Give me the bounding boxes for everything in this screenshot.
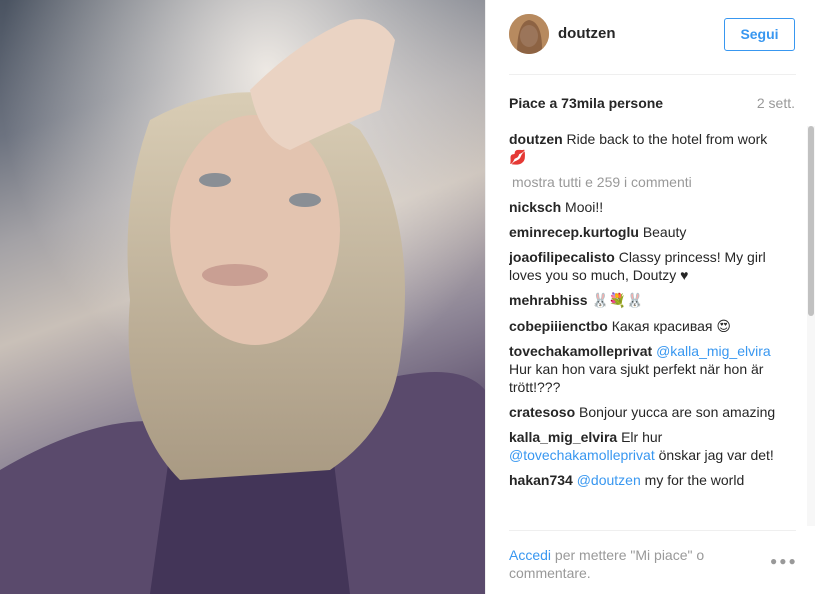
caption: doutzen Ride back to the hotel from work… [509, 130, 784, 166]
comment-item: nicksch Mooi!! [509, 198, 784, 216]
comment-text: 🐰💐🐰 [591, 293, 644, 309]
selfie-image [0, 0, 485, 594]
comment-item: tovechakamolleprivat @kalla_mig_elvira H… [509, 342, 784, 396]
post-photo[interactable] [0, 0, 485, 594]
comment-item: mehrabhiss 🐰💐🐰 [509, 291, 784, 310]
post-header: doutzen Segui [486, 0, 823, 74]
post-time[interactable]: 2 sett. [757, 95, 795, 111]
comment-item: eminrecep.kurtoglu Beauty [509, 223, 784, 241]
comment-text: Bonjour yucca are son amazing [579, 404, 776, 420]
comment-username[interactable]: eminrecep.kurtoglu [509, 224, 639, 240]
username[interactable]: doutzen [558, 25, 616, 42]
comment-item: cratesoso Bonjour yucca are son amazing [509, 403, 784, 421]
comment-text: Mooi!! [565, 199, 604, 215]
comment-text: my for the world [640, 472, 745, 488]
comment-username[interactable]: tovechakamolleprivat [509, 343, 652, 359]
comment-item: hakan734 @doutzen my for the world [509, 471, 784, 489]
comment-text: önskar jag var det! [654, 447, 774, 463]
login-link[interactable]: Accedi [509, 547, 551, 563]
comments-scrollbar[interactable] [807, 126, 815, 526]
footer-divider [509, 530, 796, 531]
comment-username[interactable]: cobepiiienctbo [509, 318, 608, 334]
comment-mention[interactable]: @tovechakamolleprivat [509, 447, 655, 463]
comment-username[interactable]: kalla_mig_elvira [509, 429, 617, 445]
comment-text: Elr hur [621, 429, 663, 445]
comment-text: Beauty [642, 224, 687, 240]
follow-button[interactable]: Segui [724, 18, 795, 51]
login-prompt: Accedi per mettere "Mi piace" o commenta… [509, 546, 759, 582]
avatar[interactable] [509, 14, 549, 54]
comment-username[interactable]: cratesoso [509, 404, 575, 420]
comment-text: Какая красивая 😍 [611, 318, 731, 334]
comment-item: kalla_mig_elvira Elr hur @tovechakamolle… [509, 428, 784, 464]
comment-text: Hur kan hon vara sjukt perfekt när hon ä… [509, 361, 764, 395]
comments-list: doutzen Ride back to the hotel from work… [509, 130, 784, 526]
comment-username[interactable]: hakan734 [509, 472, 573, 488]
header-divider [509, 74, 796, 75]
caption-username[interactable]: doutzen [509, 131, 563, 147]
likes-count[interactable]: Piace a 73mila persone [509, 95, 663, 111]
comment-username[interactable]: joaofilipecalisto [509, 249, 615, 265]
comment-mention[interactable]: @doutzen [577, 472, 641, 488]
comment-item: joaofilipecalisto Classy princess! My gi… [509, 248, 784, 284]
comment-username[interactable]: nicksch [509, 199, 561, 215]
more-options-icon[interactable]: ●●● [770, 554, 798, 568]
scrollbar-thumb[interactable] [808, 126, 814, 316]
load-more-comments[interactable]: mostra tutti e 259 i commenti [509, 173, 784, 191]
comment-item: cobepiiienctbo Какая красивая 😍 [509, 317, 784, 335]
comment-mention[interactable]: @kalla_mig_elvira [656, 343, 771, 359]
post-details-panel: doutzen Segui Piace a 73mila persone 2 s… [485, 0, 823, 594]
comment-username[interactable]: mehrabhiss [509, 292, 588, 308]
